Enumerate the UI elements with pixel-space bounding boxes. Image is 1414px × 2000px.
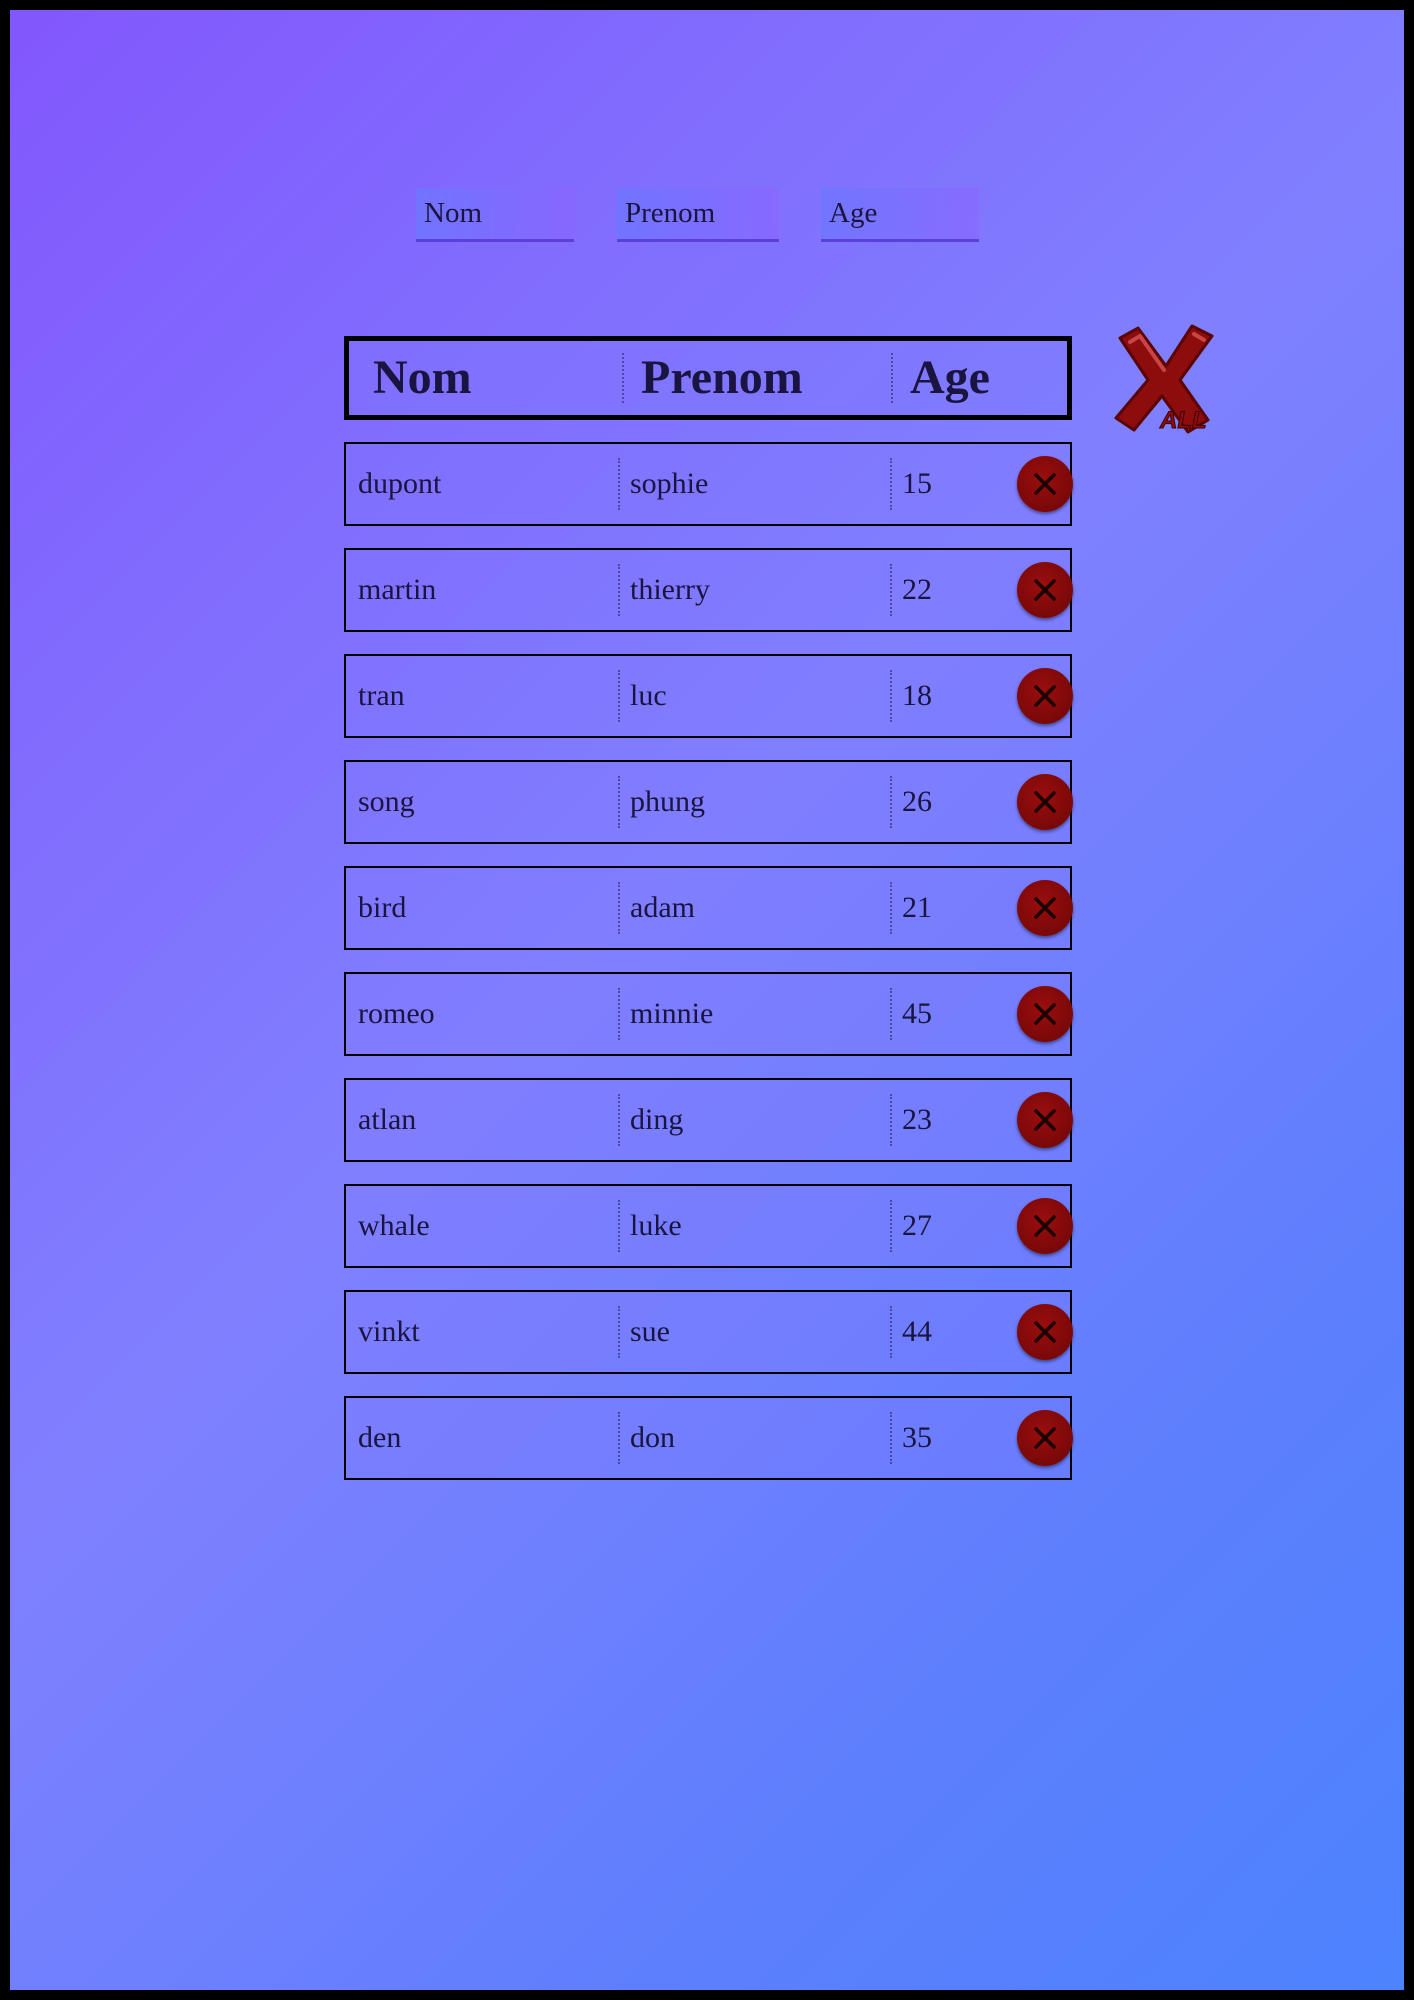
delete-row-button[interactable] bbox=[1017, 668, 1073, 724]
table-row: tran luc 18 bbox=[344, 654, 1073, 738]
table-row: whale luke 27 bbox=[344, 1184, 1073, 1268]
column-divider bbox=[890, 1200, 892, 1252]
column-divider bbox=[890, 1412, 892, 1464]
header-prenom: Prenom bbox=[641, 351, 803, 404]
column-divider bbox=[890, 1094, 892, 1146]
cell-prenom: sue bbox=[630, 1315, 670, 1348]
cell-nom: atlan bbox=[358, 1103, 417, 1136]
delete-all-label: ALL bbox=[1159, 407, 1207, 434]
close-circle-icon bbox=[1034, 473, 1056, 495]
table-row: dupont sophie 15 bbox=[344, 442, 1073, 526]
delete-row-button[interactable] bbox=[1017, 1198, 1073, 1254]
age-input[interactable] bbox=[821, 188, 979, 242]
cell-age: 44 bbox=[902, 1315, 932, 1348]
table-row: atlan ding 23 bbox=[344, 1078, 1073, 1162]
cell-age: 22 bbox=[902, 573, 932, 606]
column-divider bbox=[618, 458, 620, 510]
cell-nom: romeo bbox=[358, 997, 435, 1030]
people-table: dupont sophie 15 martin thierry 22 tran luc 18 so… bbox=[344, 442, 1073, 1502]
close-circle-icon bbox=[1034, 1003, 1056, 1025]
column-divider bbox=[890, 776, 892, 828]
cell-prenom: sophie bbox=[630, 467, 709, 500]
app-frame: Nom Prenom Age ALL dupont sophie 15 martin t… bbox=[10, 10, 1404, 1990]
column-divider bbox=[890, 988, 892, 1040]
column-divider bbox=[618, 776, 620, 828]
cell-age: 27 bbox=[902, 1209, 932, 1242]
column-divider bbox=[618, 882, 620, 934]
cell-prenom: luke bbox=[630, 1209, 682, 1242]
delete-row-button[interactable] bbox=[1017, 986, 1073, 1042]
close-circle-icon bbox=[1034, 1215, 1056, 1237]
close-circle-icon bbox=[1034, 1427, 1056, 1449]
cell-prenom: phung bbox=[630, 785, 705, 818]
delete-row-button[interactable] bbox=[1017, 562, 1073, 618]
table-header: Nom Prenom Age bbox=[344, 336, 1072, 420]
cell-age: 45 bbox=[902, 997, 932, 1030]
table-row: den don 35 bbox=[344, 1396, 1073, 1480]
add-person-form bbox=[10, 188, 1404, 248]
cell-nom: bird bbox=[358, 891, 407, 924]
header-nom: Nom bbox=[373, 351, 472, 404]
cell-prenom: thierry bbox=[630, 573, 710, 606]
cell-prenom: minnie bbox=[630, 997, 714, 1030]
delete-row-button[interactable] bbox=[1017, 456, 1073, 512]
delete-row-button[interactable] bbox=[1017, 1092, 1073, 1148]
column-divider bbox=[890, 882, 892, 934]
delete-all-icon: ALL bbox=[1114, 324, 1214, 435]
cell-prenom: ding bbox=[630, 1103, 684, 1136]
close-circle-icon bbox=[1034, 791, 1056, 813]
cell-nom: vinkt bbox=[358, 1315, 420, 1348]
cell-age: 26 bbox=[902, 785, 932, 818]
delete-row-button[interactable] bbox=[1017, 774, 1073, 830]
column-divider bbox=[618, 1306, 620, 1358]
column-divider bbox=[891, 353, 893, 403]
column-divider bbox=[890, 564, 892, 616]
column-divider bbox=[618, 1094, 620, 1146]
column-divider bbox=[618, 988, 620, 1040]
close-circle-icon bbox=[1034, 579, 1056, 601]
delete-row-button[interactable] bbox=[1017, 1304, 1073, 1360]
cell-age: 35 bbox=[902, 1421, 932, 1454]
delete-row-button[interactable] bbox=[1017, 1410, 1073, 1466]
cell-nom: dupont bbox=[358, 467, 442, 500]
column-divider bbox=[622, 353, 624, 403]
close-circle-icon bbox=[1034, 1321, 1056, 1343]
cell-age: 21 bbox=[902, 891, 932, 924]
column-divider bbox=[890, 1306, 892, 1358]
cell-age: 18 bbox=[902, 679, 932, 712]
cell-nom: den bbox=[358, 1421, 402, 1454]
cell-prenom: don bbox=[630, 1421, 675, 1454]
header-age: Age bbox=[910, 351, 990, 404]
column-divider bbox=[618, 1412, 620, 1464]
column-divider bbox=[618, 670, 620, 722]
cell-nom: whale bbox=[358, 1209, 430, 1242]
table-row: song phung 26 bbox=[344, 760, 1073, 844]
cell-age: 23 bbox=[902, 1103, 932, 1136]
table-row: martin thierry 22 bbox=[344, 548, 1073, 632]
prenom-input[interactable] bbox=[617, 188, 779, 242]
close-circle-icon bbox=[1034, 685, 1056, 707]
column-divider bbox=[890, 670, 892, 722]
cell-age: 15 bbox=[902, 467, 932, 500]
close-circle-icon bbox=[1034, 897, 1056, 919]
table-row: bird adam 21 bbox=[344, 866, 1073, 950]
cell-prenom: luc bbox=[630, 679, 667, 712]
cell-nom: tran bbox=[358, 679, 405, 712]
column-divider bbox=[618, 1200, 620, 1252]
delete-all-button[interactable]: ALL bbox=[1108, 320, 1220, 436]
column-divider bbox=[618, 564, 620, 616]
cell-nom: song bbox=[358, 785, 415, 818]
cell-nom: martin bbox=[358, 573, 437, 606]
column-divider bbox=[890, 458, 892, 510]
delete-row-button[interactable] bbox=[1017, 880, 1073, 936]
nom-input[interactable] bbox=[416, 188, 574, 242]
close-circle-icon bbox=[1034, 1109, 1056, 1131]
table-row: vinkt sue 44 bbox=[344, 1290, 1073, 1374]
cell-prenom: adam bbox=[630, 891, 695, 924]
table-row: romeo minnie 45 bbox=[344, 972, 1073, 1056]
